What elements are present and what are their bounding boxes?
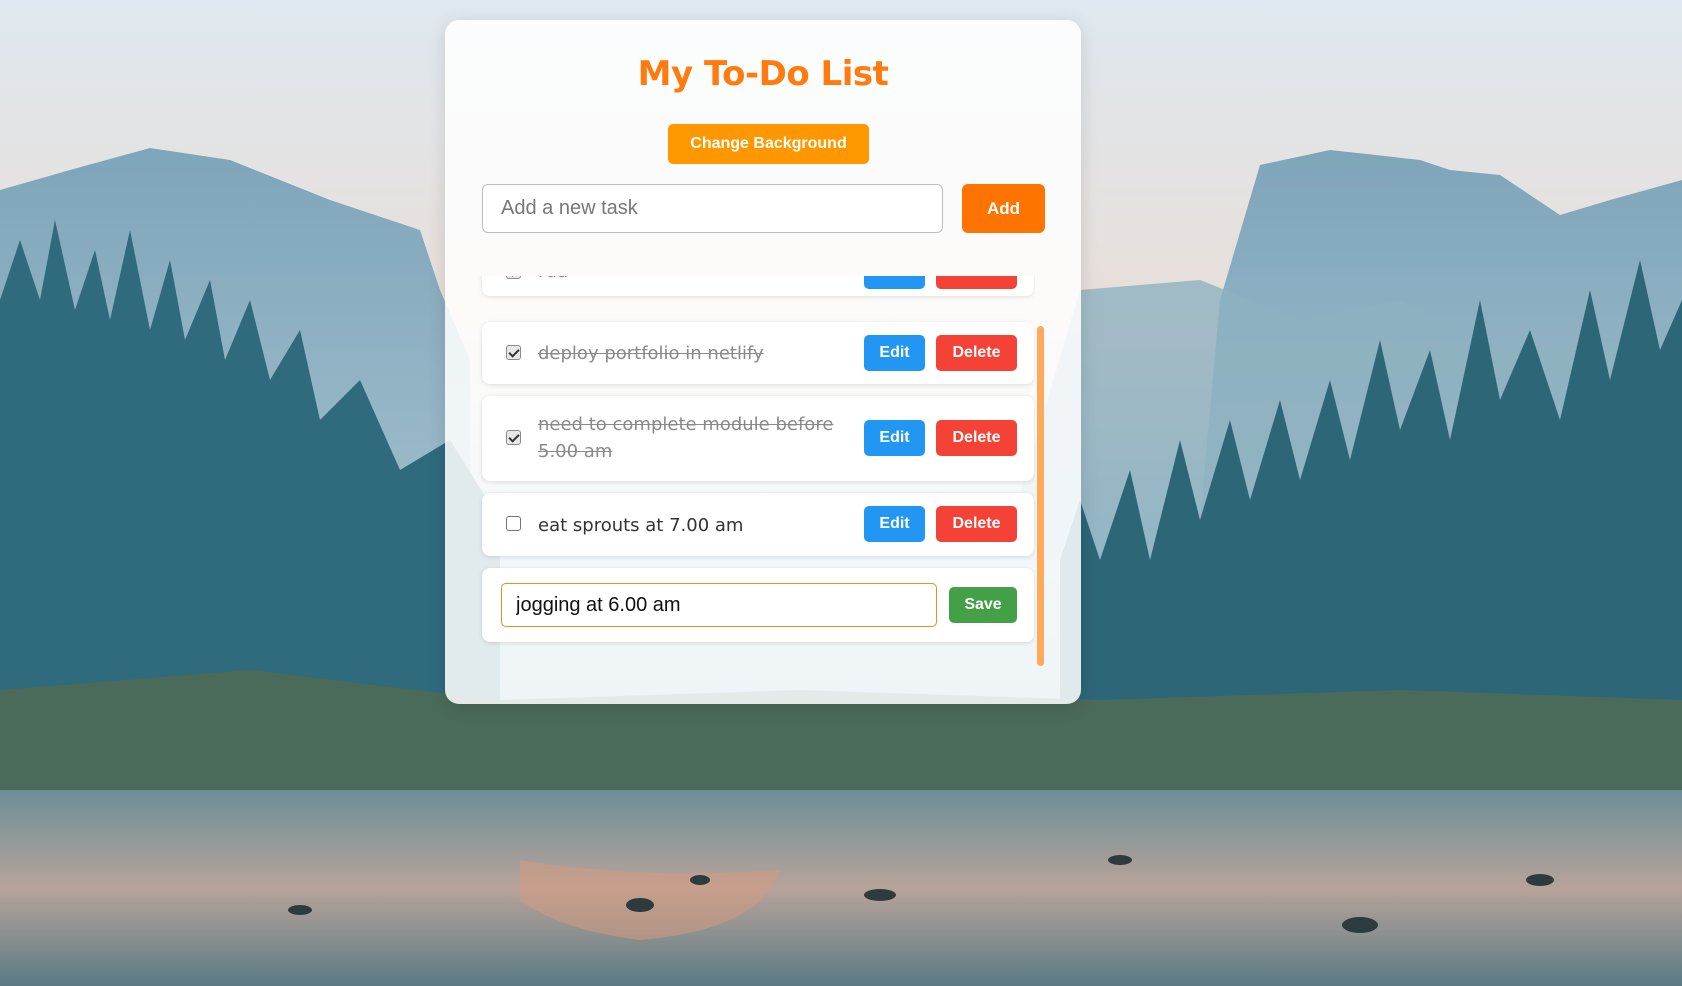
delete-button[interactable]: Delete — [936, 276, 1017, 289]
task-text: eat sprouts at 7.00 am — [538, 515, 744, 536]
add-task-button[interactable]: Add — [962, 184, 1045, 233]
page-title: My To-Do List — [637, 54, 889, 94]
task-text: deploy portfolio in netlify — [538, 343, 764, 364]
task-text: need to complete module before 5.00 am — [538, 414, 834, 462]
scrollbar-thumb[interactable] — [1037, 326, 1044, 666]
edit-button[interactable]: Edit — [864, 506, 925, 542]
todo-card: My To-Do List Change Background Add rud … — [445, 20, 1081, 704]
task-checkbox[interactable] — [506, 516, 521, 531]
task-list-scrollbar[interactable] — [1035, 276, 1045, 672]
task-text: rud — [538, 276, 838, 285]
task-checkbox[interactable] — [506, 345, 521, 360]
task-item: deploy portfolio in netlify Edit Delete — [482, 322, 1034, 384]
delete-button[interactable]: Delete — [936, 420, 1017, 456]
task-item-editing: Save — [482, 568, 1034, 642]
save-button[interactable]: Save — [949, 587, 1017, 623]
edit-button[interactable]: Edit — [864, 276, 925, 289]
task-list-viewport[interactable]: rud Edit Delete deploy portfolio in netl… — [475, 276, 1035, 672]
new-task-input[interactable] — [482, 184, 943, 233]
delete-button[interactable]: Delete — [936, 506, 1017, 542]
change-background-button[interactable]: Change Background — [668, 124, 869, 164]
edit-button[interactable]: Edit — [864, 335, 925, 371]
task-checkbox[interactable] — [506, 430, 521, 445]
task-item: need to complete module before 5.00 am E… — [482, 396, 1034, 481]
task-checkbox[interactable] — [506, 276, 521, 279]
delete-button[interactable]: Delete — [936, 335, 1017, 371]
edit-button[interactable]: Edit — [864, 420, 925, 456]
task-item: eat sprouts at 7.00 am Edit Delete — [482, 493, 1034, 556]
edit-task-input[interactable] — [501, 583, 937, 627]
task-item: rud Edit Delete — [482, 276, 1034, 296]
